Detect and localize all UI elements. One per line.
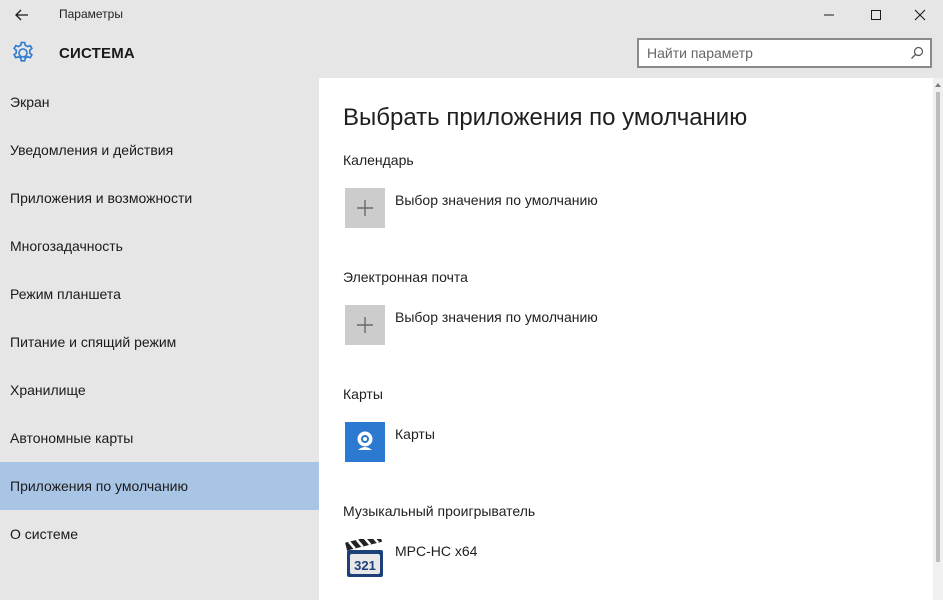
minimize-icon	[824, 14, 834, 16]
main-content: Выбрать приложения по умолчанию Календар…	[319, 78, 943, 600]
app-name: Карты	[395, 426, 435, 442]
default-app-calendar[interactable]: Выбор значения по умолчанию	[345, 188, 645, 228]
close-button[interactable]	[897, 0, 943, 30]
category-label-email: Электронная почта	[343, 269, 468, 285]
sidebar-item-default-apps[interactable]: Приложения по умолчанию	[0, 462, 319, 510]
search-box[interactable]	[637, 38, 932, 68]
settings-header: СИСТЕМА	[0, 30, 943, 78]
scrollbar-thumb[interactable]	[936, 92, 940, 562]
sidebar-item-multitasking[interactable]: Многозадачность	[0, 222, 319, 270]
close-icon	[914, 9, 926, 21]
sidebar-item-label: Многозадачность	[10, 238, 123, 254]
search-icon[interactable]	[910, 46, 924, 60]
app-name: MPC-HC x64	[395, 543, 478, 559]
mpc-icon-text: 321	[354, 558, 376, 573]
search-input[interactable]	[647, 44, 897, 62]
default-app-email[interactable]: Выбор значения по умолчанию	[345, 305, 645, 345]
app-name: Выбор значения по умолчанию	[395, 309, 598, 325]
sidebar-item-label: Уведомления и действия	[10, 142, 174, 158]
gear-icon	[13, 41, 33, 62]
sidebar-item-power-sleep[interactable]: Питание и спящий режим	[0, 318, 319, 366]
plus-icon	[357, 200, 373, 216]
sidebar-item-notifications[interactable]: Уведомления и действия	[0, 126, 319, 174]
maximize-button[interactable]	[853, 0, 899, 30]
back-button[interactable]	[11, 5, 33, 25]
sidebar-item-label: Приложения по умолчанию	[10, 478, 188, 494]
title-bar: Параметры	[0, 0, 943, 30]
maximize-icon	[871, 10, 881, 20]
maps-app-icon	[357, 431, 373, 450]
sidebar-item-label: Хранилище	[10, 382, 86, 398]
sidebar-item-tablet-mode[interactable]: Режим планшета	[0, 270, 319, 318]
app-name: Выбор значения по умолчанию	[395, 192, 598, 208]
sidebar-item-label: Экран	[10, 94, 50, 110]
mpc-hc-icon: 321	[345, 539, 383, 577]
scroll-up-arrow-icon[interactable]	[935, 83, 941, 87]
back-arrow-icon	[15, 9, 28, 21]
category-label-calendar: Календарь	[343, 152, 414, 168]
category-label-maps: Карты	[343, 386, 383, 402]
scrollbar[interactable]	[933, 78, 943, 600]
sidebar-item-offline-maps[interactable]: Автономные карты	[0, 414, 319, 462]
sidebar: Экран Уведомления и действия Приложения …	[0, 78, 319, 600]
sidebar-item-screen[interactable]: Экран	[0, 78, 319, 126]
default-app-music-player[interactable]: 321 MPC-HC x64	[345, 539, 645, 579]
sidebar-item-label: Режим планшета	[10, 286, 121, 302]
app-tile	[345, 422, 385, 462]
plus-icon	[357, 317, 373, 333]
default-app-maps[interactable]: Карты	[345, 422, 645, 462]
sidebar-item-label: Питание и спящий режим	[10, 334, 177, 350]
category-label-music-player: Музыкальный проигрыватель	[343, 503, 536, 519]
sidebar-item-storage[interactable]: Хранилище	[0, 366, 319, 414]
app-tile: 321	[345, 539, 385, 579]
app-tile	[345, 188, 385, 228]
section-title: СИСТЕМА	[59, 45, 135, 62]
minimize-button[interactable]	[806, 0, 852, 30]
sidebar-item-apps-features[interactable]: Приложения и возможности	[0, 174, 319, 222]
page-title: Выбрать приложения по умолчанию	[343, 104, 748, 131]
app-tile	[345, 305, 385, 345]
sidebar-item-label: Приложения и возможности	[10, 190, 193, 206]
sidebar-item-label: О системе	[10, 526, 79, 542]
window-title: Параметры	[59, 7, 123, 21]
sidebar-item-about[interactable]: О системе	[0, 510, 319, 558]
sidebar-item-label: Автономные карты	[10, 430, 134, 446]
